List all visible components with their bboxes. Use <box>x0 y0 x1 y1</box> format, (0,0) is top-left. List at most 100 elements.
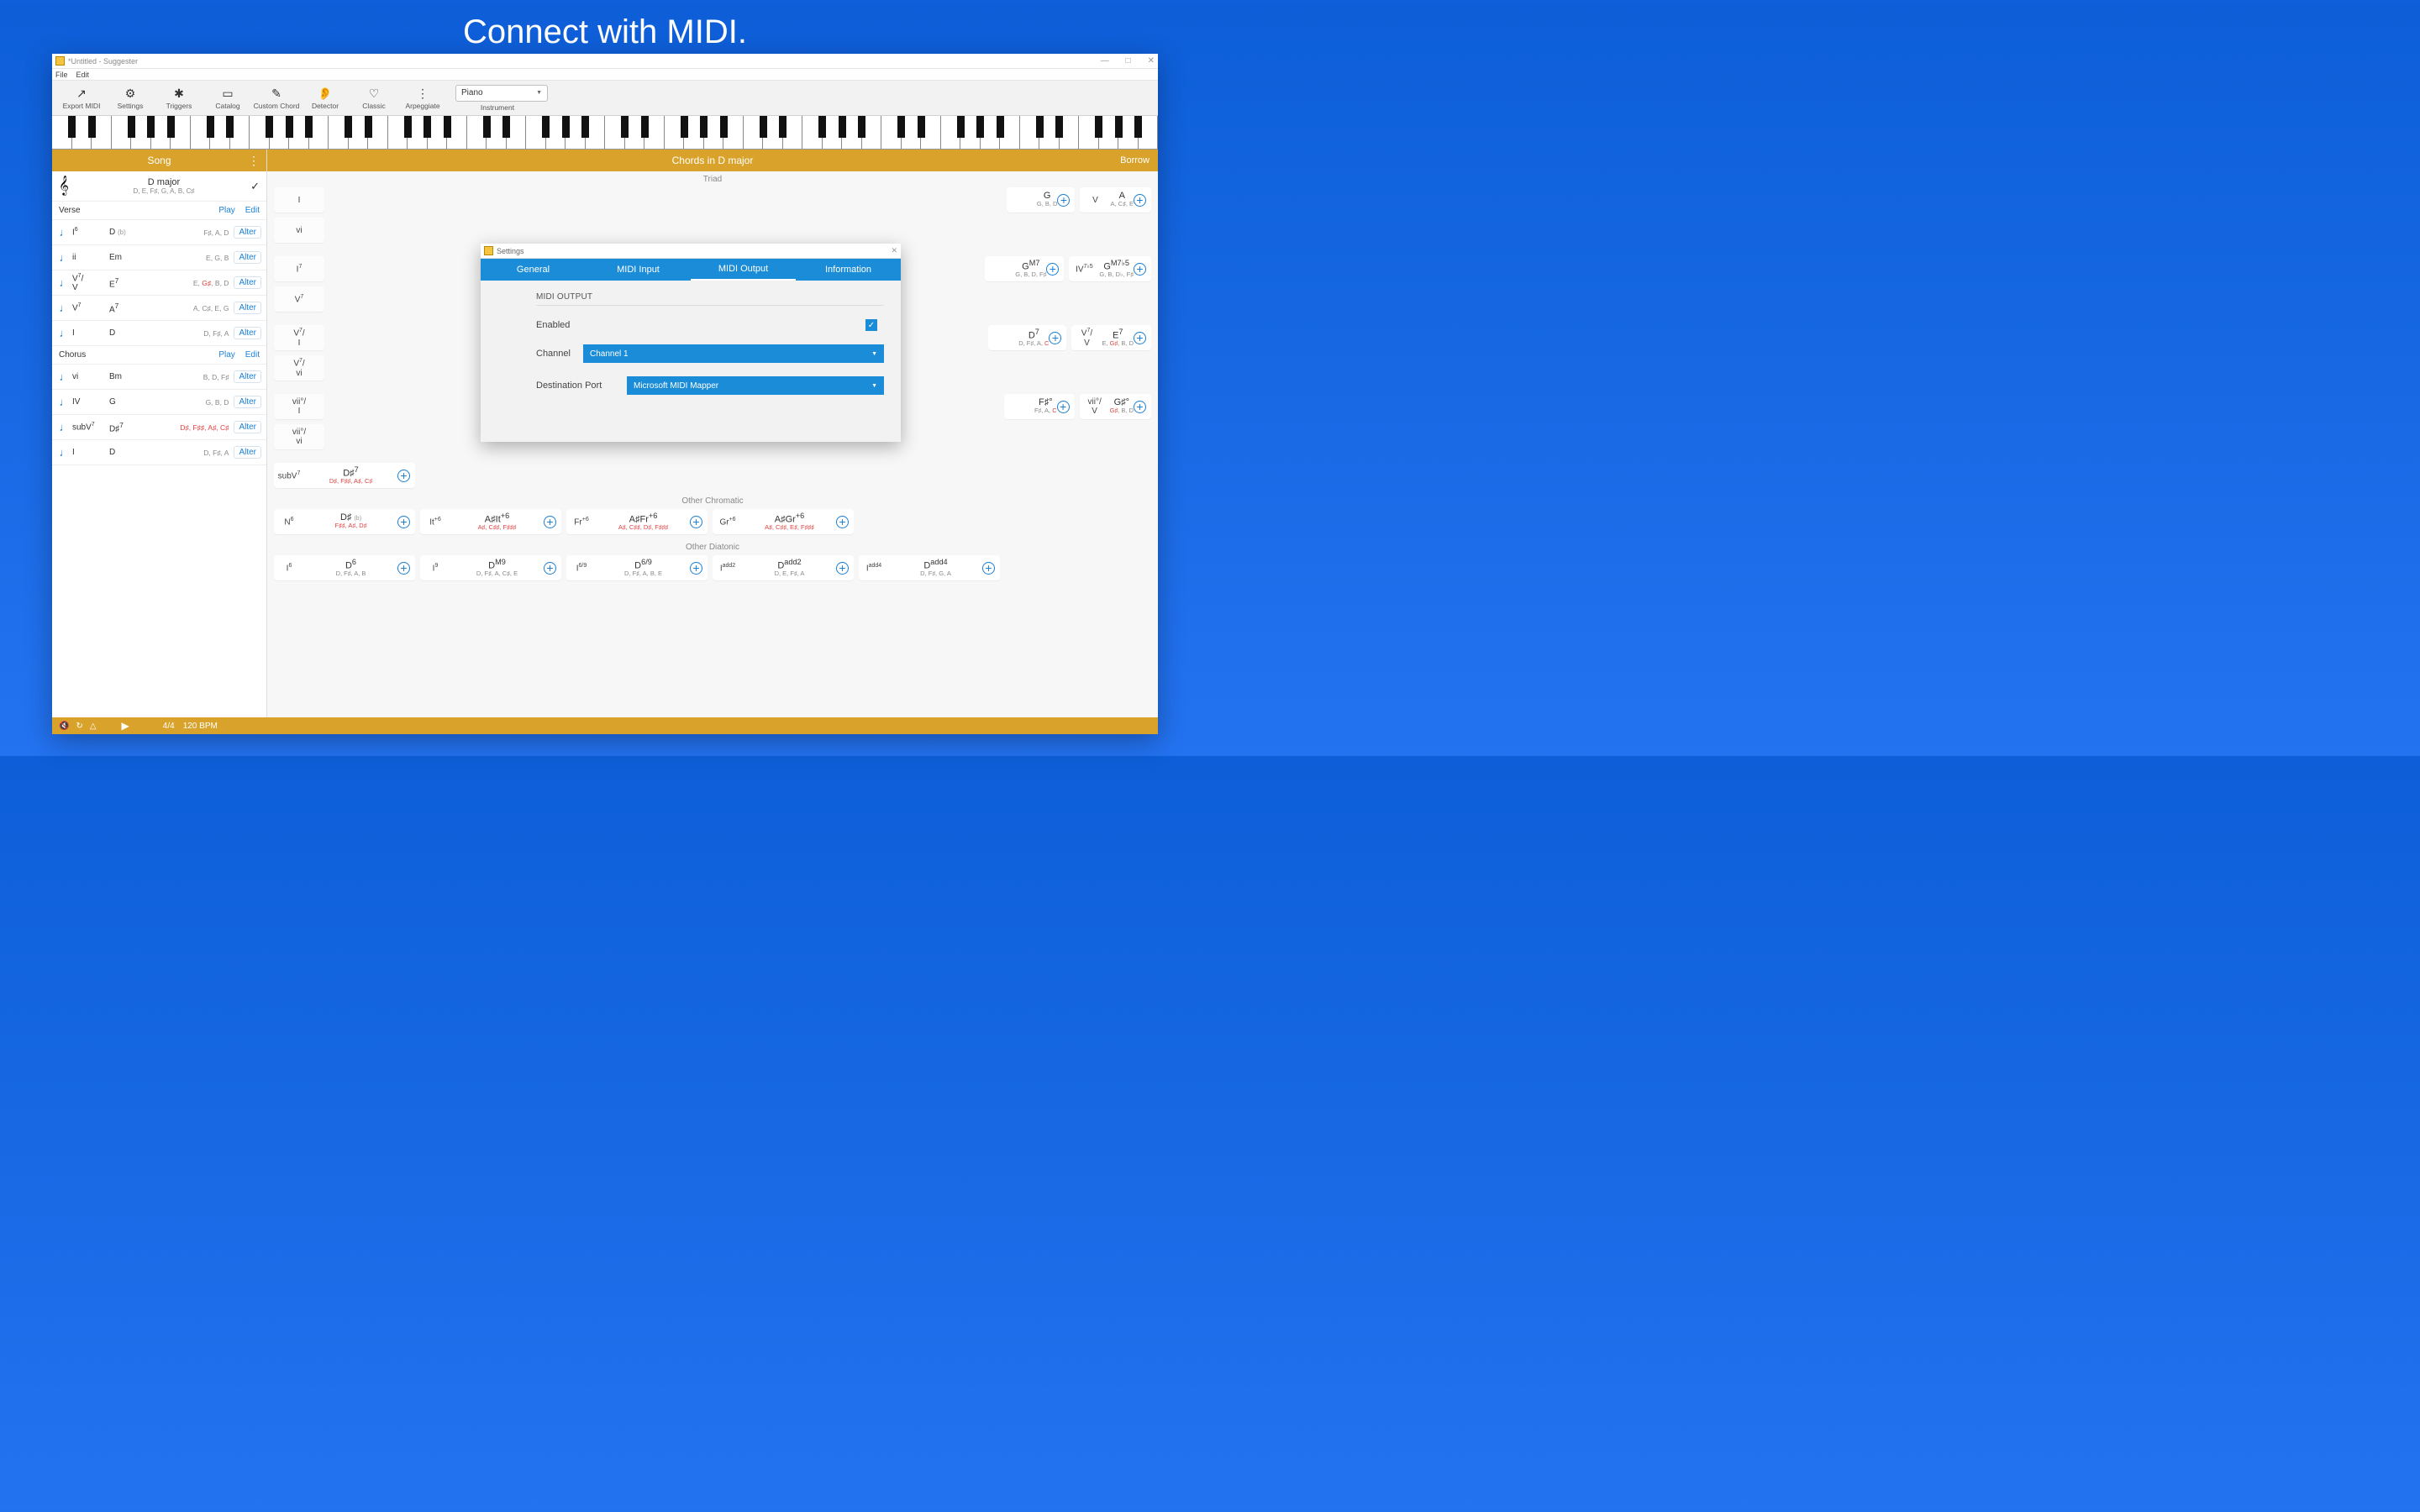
alter-button[interactable]: Alter <box>234 446 261 459</box>
song-menu-icon[interactable]: ⋮ <box>248 154 260 168</box>
chord-row[interactable]: ♩ subV7 D♯7 D♯, F♯♯, A♯, C♯ Alter <box>52 415 266 440</box>
window-maximize[interactable]: □ <box>1126 56 1131 66</box>
chord-card[interactable]: subV7 D♯7D♯, F♯♯, A♯, C♯ + <box>274 463 415 488</box>
chord-card[interactable]: V7/V E7E, G♯, B, D + <box>1071 325 1151 350</box>
window-minimize[interactable]: — <box>1101 56 1109 66</box>
add-icon[interactable]: + <box>836 516 849 528</box>
alter-button[interactable]: Alter <box>234 421 261 433</box>
chord-row[interactable]: ♩ vi Bm B, D, F♯ Alter <box>52 365 266 390</box>
port-select[interactable]: Microsoft MIDI Mapper <box>627 376 884 395</box>
add-icon[interactable]: + <box>397 516 410 528</box>
edit-link[interactable]: Edit <box>245 350 260 360</box>
borrow-link[interactable]: Borrow <box>1120 155 1150 165</box>
chord-row[interactable]: ♩ I D D, F♯, A Alter <box>52 321 266 346</box>
menu-file[interactable]: File <box>55 71 68 79</box>
add-icon[interactable]: + <box>1057 401 1070 413</box>
chord-card[interactable]: V AA, C♯, E + <box>1080 187 1151 213</box>
chord-card[interactable]: vii°/vi <box>274 424 324 449</box>
instrument-select[interactable]: Piano <box>455 85 548 102</box>
add-icon[interactable]: + <box>1134 263 1146 276</box>
tab-information[interactable]: Information <box>796 259 901 281</box>
triggers-button[interactable]: ✱Triggers <box>155 87 203 110</box>
time-signature[interactable]: 4/4 <box>163 722 175 731</box>
menu-edit[interactable]: Edit <box>76 71 90 79</box>
play-link[interactable]: Play <box>218 206 234 215</box>
chord-row[interactable]: ♩ I6 D (b) F♯, A, D Alter <box>52 220 266 245</box>
chord-card[interactable]: V7 <box>274 286 324 312</box>
piano-keyboard[interactable] <box>52 116 1158 150</box>
chord-card[interactable]: I7 <box>274 256 324 281</box>
alter-button[interactable]: Alter <box>234 276 261 289</box>
chord-card[interactable]: GM7G, B, D, F♯ + <box>985 256 1064 281</box>
enabled-checkbox[interactable]: ✓ <box>865 319 877 331</box>
classic-button[interactable]: ♡Classic <box>350 87 398 110</box>
chord-card[interactable]: Gr+6 A♯Gr+6A♯, C♯♯, E♯, F♯♯♯ + <box>713 509 854 534</box>
chord-row[interactable]: ♩ V7 A7 A, C♯, E, G Alter <box>52 296 266 321</box>
export-midi-button[interactable]: ↗Export MIDI <box>57 87 106 110</box>
tab-general[interactable]: General <box>481 259 586 281</box>
alter-button[interactable]: Alter <box>234 226 261 239</box>
channel-select[interactable]: Channel 1 <box>583 344 884 363</box>
add-icon[interactable]: + <box>690 562 702 575</box>
add-icon[interactable]: + <box>1046 263 1059 276</box>
add-icon[interactable]: + <box>544 516 556 528</box>
detector-button[interactable]: 👂Detector <box>301 87 350 110</box>
chord-card[interactable]: Iadd4 Dadd4D, F♯, G, A + <box>859 555 1000 580</box>
catalog-button[interactable]: ▭Catalog <box>203 87 252 110</box>
chord-card[interactable]: F♯°F♯, A, C + <box>1004 394 1075 419</box>
add-icon[interactable]: + <box>690 516 702 528</box>
alter-button[interactable]: Alter <box>234 251 261 264</box>
chord-card[interactable]: vii°/I <box>274 394 324 419</box>
chord-card[interactable]: GG, B, D + <box>1007 187 1076 213</box>
add-icon[interactable]: + <box>1049 332 1061 344</box>
mute-icon[interactable]: 🔇 <box>59 722 69 731</box>
arpeggiate-button[interactable]: ⋮Arpeggiate <box>398 87 447 110</box>
chord-row[interactable]: ♩ ii Em E, G, B Alter <box>52 245 266 270</box>
add-icon[interactable]: + <box>1134 194 1146 207</box>
add-icon[interactable]: + <box>1134 401 1146 413</box>
add-icon[interactable]: + <box>1134 332 1146 344</box>
tab-midi-input[interactable]: MIDI Input <box>586 259 691 281</box>
window-close[interactable]: ✕ <box>1148 56 1155 66</box>
alter-button[interactable]: Alter <box>234 370 261 383</box>
chord-row[interactable]: ♩ I D D, F♯, A Alter <box>52 440 266 465</box>
check-icon: ✓ <box>250 180 260 193</box>
chord-card[interactable]: vi <box>274 218 324 243</box>
add-icon[interactable]: + <box>397 562 410 575</box>
alter-button[interactable]: Alter <box>234 327 261 339</box>
chord-row[interactable]: ♩ IV G G, B, D Alter <box>52 390 266 415</box>
bpm[interactable]: 120 BPM <box>183 722 218 731</box>
dialog-close[interactable]: ✕ <box>891 246 897 255</box>
alter-button[interactable]: Alter <box>234 396 261 408</box>
chord-card[interactable]: Iadd2 Dadd2D, E, F♯, A + <box>713 555 854 580</box>
play-link[interactable]: Play <box>218 350 234 360</box>
add-icon[interactable]: + <box>544 562 556 575</box>
chord-card[interactable]: I9 DM9D, F♯, A, C♯, E + <box>420 555 561 580</box>
play-button[interactable]: ▶ <box>122 720 129 732</box>
chord-card[interactable]: vii°/V G♯°G♯, B, D + <box>1080 394 1151 419</box>
chord-card[interactable]: I6/9 D6/9D, F♯, A, B, E + <box>566 555 708 580</box>
add-icon[interactable]: + <box>1057 194 1070 207</box>
chord-card[interactable]: N6 D♯ (b)F♯♯, A♯, D♯ + <box>274 509 415 534</box>
chord-card[interactable]: I6 D6D, F♯, A, B + <box>274 555 415 580</box>
chord-card[interactable]: Fr+6 A♯Fr+6A♯, C♯♯, D♯, F♯♯♯ + <box>566 509 708 534</box>
chord-card[interactable]: It+6 A♯It+6A♯, C♯♯, F♯♯♯ + <box>420 509 561 534</box>
chord-card[interactable]: V7/I <box>274 325 324 350</box>
chord-card[interactable]: D7D, F♯, A, C + <box>988 325 1066 350</box>
add-icon[interactable]: + <box>836 562 849 575</box>
add-icon[interactable]: + <box>982 562 995 575</box>
settings-button[interactable]: ⚙Settings <box>106 87 155 110</box>
edit-link[interactable]: Edit <box>245 206 260 215</box>
loop-icon[interactable]: ↻ <box>76 722 82 731</box>
midi-output-section: MIDI OUTPUT <box>536 292 884 302</box>
metronome-icon[interactable]: △ <box>90 722 97 731</box>
tab-midi-output[interactable]: MIDI Output <box>691 259 796 281</box>
chord-card[interactable]: V7/vi <box>274 355 324 381</box>
alter-button[interactable]: Alter <box>234 302 261 314</box>
add-icon[interactable]: + <box>397 470 410 482</box>
chord-card[interactable]: I <box>274 187 324 213</box>
custom-chord-button[interactable]: ✎Custom Chord <box>252 87 301 110</box>
key-row[interactable]: 𝄞 D major D, E, F♯, G, A, B, C♯ ✓ <box>52 171 266 202</box>
chord-row[interactable]: ♩ V7/V E7 E, G♯, B, D Alter <box>52 270 266 296</box>
chord-card[interactable]: IV7♭5 GM7♭5G, B, D♭, F♯ + <box>1069 256 1151 281</box>
